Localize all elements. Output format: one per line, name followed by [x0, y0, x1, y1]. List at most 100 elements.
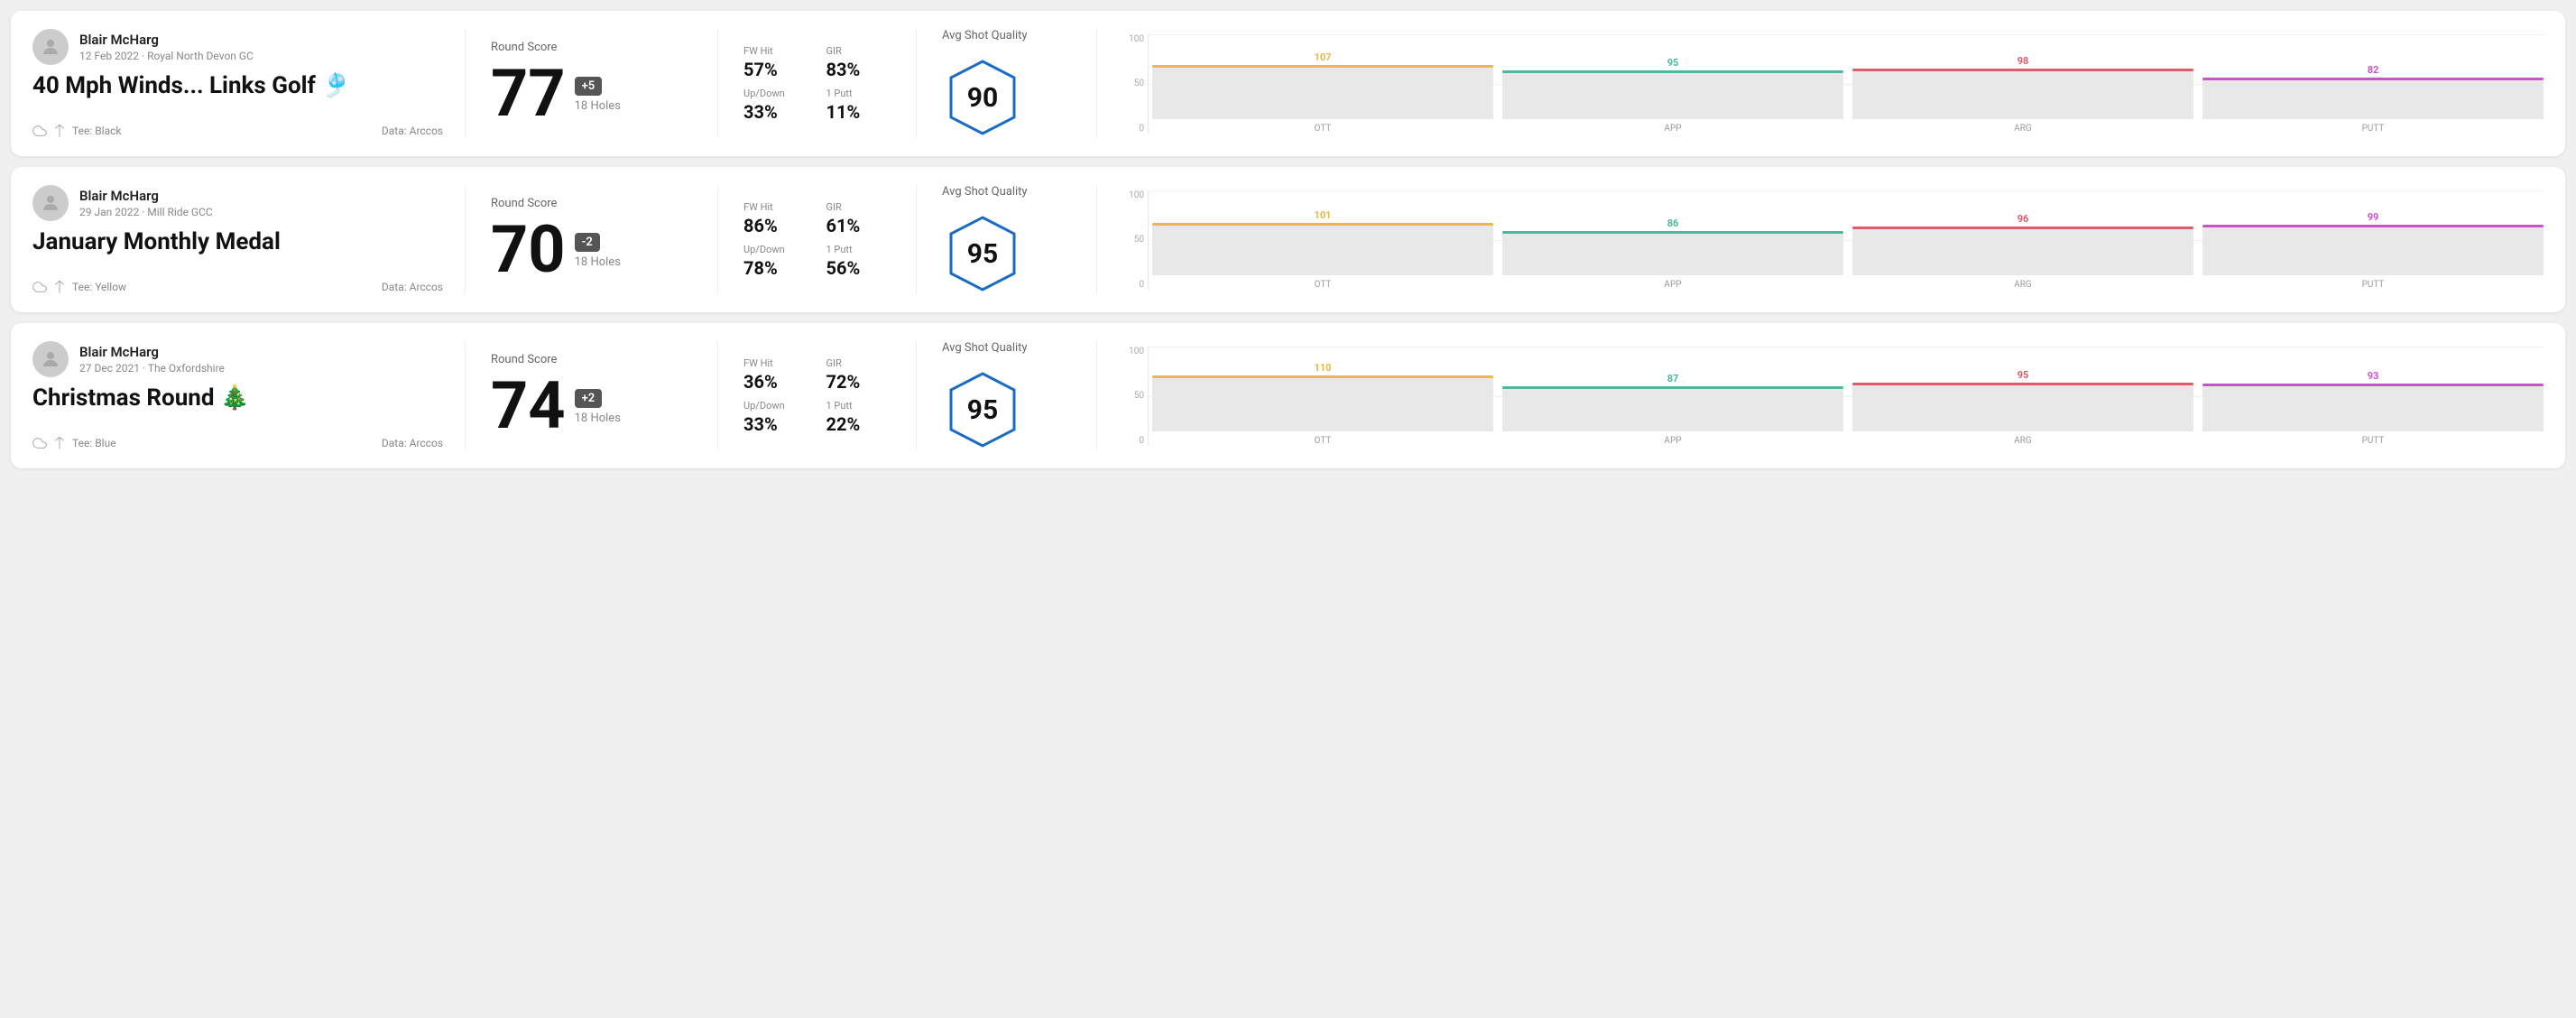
- one-putt-value: 11%: [826, 101, 891, 123]
- user-details: Blair McHarg 12 Feb 2022 · Royal North D…: [79, 32, 254, 62]
- hexagon-score: 95: [967, 238, 998, 270]
- fw-hit-value: 86%: [743, 215, 808, 236]
- one-putt-label: 1 Putt: [826, 400, 891, 412]
- user-icon: [40, 192, 61, 214]
- bottom-info: Tee: Black Data: Arccos: [32, 124, 443, 138]
- round-score-section: Round Score 74 +2 18 Holes: [466, 341, 718, 450]
- one-putt-value: 22%: [826, 413, 891, 435]
- score-badge: +5: [575, 77, 603, 96]
- score-holes: 18 Holes: [575, 412, 621, 425]
- score-holes: 18 Holes: [575, 255, 621, 269]
- avatar: [32, 29, 69, 65]
- hexagon-container: 90: [942, 57, 1023, 138]
- round-card-round3: Blair McHarg 27 Dec 2021 · The Oxfordshi…: [11, 323, 2565, 468]
- round-score-label: Round Score: [491, 41, 692, 54]
- round-score-label: Round Score: [491, 353, 692, 366]
- avg-shot-quality-label: Avg Shot Quality: [942, 185, 1028, 199]
- round-score-label: Round Score: [491, 197, 692, 210]
- hexagon-score: 95: [967, 394, 998, 426]
- user-info: Blair McHarg 29 Jan 2022 · Mill Ride GCC: [32, 185, 443, 221]
- tee-label: Tee: Black: [72, 125, 121, 137]
- score-row: 70 -2 18 Holes: [491, 217, 692, 282]
- one-putt-stat: 1 Putt 11%: [826, 88, 891, 123]
- up-down-label: Up/Down: [743, 244, 808, 255]
- fw-hit-label: FW Hit: [743, 45, 808, 57]
- avg-shot-quality-section: Avg Shot Quality 95: [917, 341, 1097, 450]
- chart-column-ott: 101 OTT: [1152, 209, 1493, 290]
- chart-column-arg: 96 ARG: [1852, 213, 2193, 290]
- up-down-value: 78%: [743, 257, 808, 279]
- round-title: Christmas Round 🎄: [32, 384, 443, 412]
- tee-info: Tee: Blue: [32, 436, 116, 450]
- gir-label: GIR: [826, 45, 891, 57]
- avg-shot-quality-section: Avg Shot Quality 95: [917, 185, 1097, 294]
- gir-stat: GIR 61%: [826, 201, 891, 236]
- score-badge-group: -2 18 Holes: [575, 232, 621, 269]
- avatar: [32, 341, 69, 377]
- chart-column-arg: 95 ARG: [1852, 369, 2193, 446]
- fw-hit-stat: FW Hit 86%: [743, 201, 808, 236]
- one-putt-value: 56%: [826, 257, 891, 279]
- round-left-section: Blair McHarg 27 Dec 2021 · The Oxfordshi…: [32, 341, 466, 450]
- fw-hit-value: 57%: [743, 59, 808, 80]
- fw-hit-stat: FW Hit 57%: [743, 45, 808, 80]
- gir-value: 83%: [826, 59, 891, 80]
- tee-icon: [52, 124, 67, 138]
- big-score: 77: [491, 61, 566, 126]
- score-row: 74 +2 18 Holes: [491, 374, 692, 439]
- one-putt-stat: 1 Putt 56%: [826, 244, 891, 279]
- user-details: Blair McHarg 27 Dec 2021 · The Oxfordshi…: [79, 344, 225, 375]
- stats-grid: FW Hit 36% GIR 72% Up/Down 33% 1 Putt 22…: [743, 357, 891, 435]
- up-down-stat: Up/Down 33%: [743, 88, 808, 123]
- hexagon: 95: [942, 369, 1023, 450]
- up-down-value: 33%: [743, 413, 808, 435]
- hexagon: 90: [942, 57, 1023, 138]
- chart-column-ott: 110 OTT: [1152, 362, 1493, 446]
- hexagon-container: 95: [942, 369, 1023, 450]
- score-badge: +2: [575, 389, 603, 408]
- user-name: Blair McHarg: [79, 32, 254, 50]
- gir-stat: GIR 72%: [826, 357, 891, 393]
- big-score: 70: [491, 217, 566, 282]
- round-card-round2: Blair McHarg 29 Jan 2022 · Mill Ride GCC…: [11, 167, 2565, 312]
- round-score-section: Round Score 77 +5 18 Holes: [466, 29, 718, 138]
- round-card-round1: Blair McHarg 12 Feb 2022 · Royal North D…: [11, 11, 2565, 156]
- up-down-stat: Up/Down 78%: [743, 244, 808, 279]
- stats-section: FW Hit 36% GIR 72% Up/Down 33% 1 Putt 22…: [718, 341, 917, 450]
- chart-column-app: 86 APP: [1502, 217, 1843, 290]
- user-date-course: 29 Jan 2022 · Mill Ride GCC: [79, 206, 213, 218]
- data-source: Data: Arccos: [382, 281, 443, 293]
- stats-grid: FW Hit 86% GIR 61% Up/Down 78% 1 Putt 56…: [743, 201, 891, 279]
- fw-hit-value: 36%: [743, 371, 808, 393]
- fw-hit-label: FW Hit: [743, 201, 808, 213]
- gir-label: GIR: [826, 201, 891, 213]
- avg-shot-quality-label: Avg Shot Quality: [942, 29, 1028, 42]
- chart-section: 100 50 0 110 OTT 87: [1097, 341, 2544, 450]
- data-source: Data: Arccos: [382, 125, 443, 137]
- chart-column-ott: 107 OTT: [1152, 51, 1493, 134]
- tee-label: Tee: Blue: [72, 437, 116, 449]
- big-score: 74: [491, 374, 566, 439]
- avg-shot-quality-section: Avg Shot Quality 90: [917, 29, 1097, 138]
- fw-hit-label: FW Hit: [743, 357, 808, 369]
- score-holes: 18 Holes: [575, 99, 621, 113]
- chart-column-putt: 82 PUTT: [2202, 64, 2544, 134]
- fw-hit-stat: FW Hit 36%: [743, 357, 808, 393]
- user-details: Blair McHarg 29 Jan 2022 · Mill Ride GCC: [79, 188, 213, 218]
- stats-grid: FW Hit 57% GIR 83% Up/Down 33% 1 Putt 11…: [743, 45, 891, 123]
- round-score-section: Round Score 70 -2 18 Holes: [466, 185, 718, 294]
- avatar: [32, 185, 69, 221]
- chart-column-app: 95 APP: [1502, 57, 1843, 134]
- chart-column-arg: 98 ARG: [1852, 55, 2193, 134]
- cloud-icon: [32, 436, 47, 450]
- score-badge-group: +2 18 Holes: [575, 388, 621, 425]
- up-down-value: 33%: [743, 101, 808, 123]
- stats-section: FW Hit 86% GIR 61% Up/Down 78% 1 Putt 56…: [718, 185, 917, 294]
- user-info: Blair McHarg 27 Dec 2021 · The Oxfordshi…: [32, 341, 443, 377]
- gir-stat: GIR 83%: [826, 45, 891, 80]
- one-putt-stat: 1 Putt 22%: [826, 400, 891, 435]
- up-down-label: Up/Down: [743, 400, 808, 412]
- stats-section: FW Hit 57% GIR 83% Up/Down 33% 1 Putt 11…: [718, 29, 917, 138]
- round-title: 40 Mph Winds... Links Golf 🎐: [32, 72, 443, 99]
- up-down-label: Up/Down: [743, 88, 808, 99]
